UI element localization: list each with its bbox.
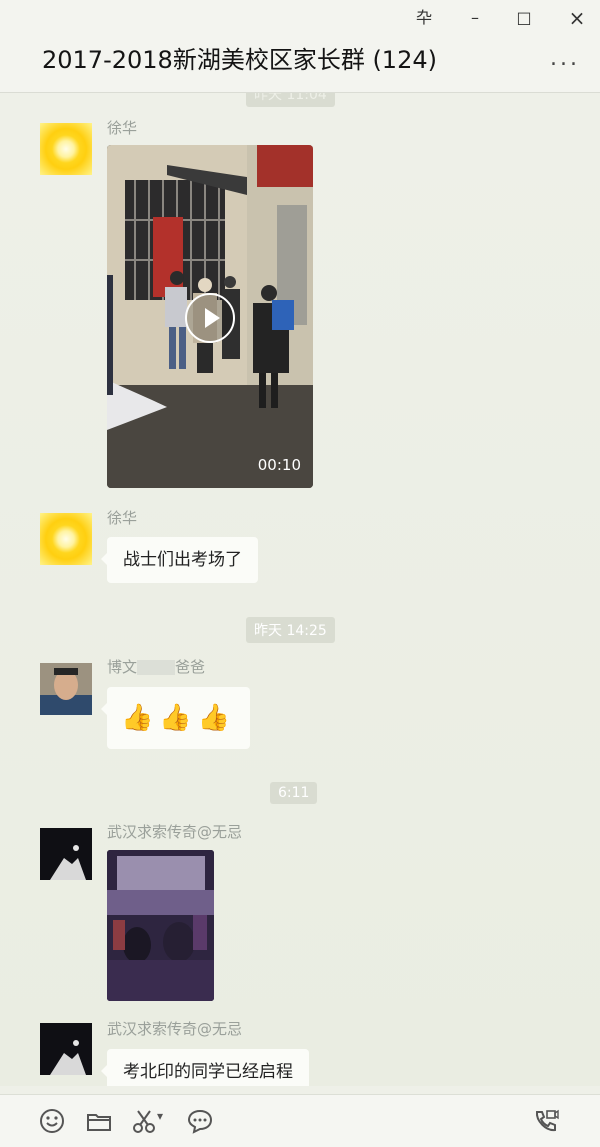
time-chip-top: 昨天 11:04 [246,93,335,107]
scissors-dropdown-icon[interactable]: ▾ [157,1109,163,1123]
message-bubble[interactable]: 考北印的同学已经启程 [101,1049,309,1086]
title-bar: 卆 – □ × 2017-2018新湖美校区家长群 (124) ... [0,0,600,93]
avatar-photo [40,828,92,880]
image-message[interactable] [107,850,214,1001]
avatar[interactable] [40,123,92,175]
avatar[interactable] [40,513,92,565]
chat-history[interactable]: 昨天 11:04 徐华 00:10 徐华 战士们出考场了 昨天 14:25 博文… [0,93,600,1086]
bus-interior-photo [107,850,214,1001]
play-icon[interactable] [185,293,235,343]
sender-name-suffix: 爸爸 [175,658,206,676]
avatar[interactable] [40,1023,92,1075]
video-call-icon[interactable] [532,1107,560,1135]
close-button[interactable]: × [565,8,589,28]
minimize-button[interactable]: – [463,8,487,28]
time-chip: 昨天 14:25 [246,617,335,643]
avatar-photo [40,663,92,715]
scissors-icon[interactable] [130,1107,158,1135]
avatar[interactable] [40,663,92,715]
message-bubble[interactable]: 战士们出考场了 [101,537,258,583]
video-duration: 00:10 [257,456,301,474]
time-chip: 6:11 [270,782,318,804]
avatar-photo [40,1023,92,1075]
sender-name: 武汉求索传奇@无忌 [107,823,243,841]
pin-icon[interactable]: 卆 [412,8,436,28]
sender-name: 徐华 [107,119,138,137]
maximize-button[interactable]: □ [512,8,536,28]
chat-title: 2017-2018新湖美校区家长群 (124) [42,46,437,74]
avatar[interactable] [40,828,92,880]
input-toolbar: ▾ [0,1094,600,1147]
folder-icon[interactable] [85,1107,113,1135]
sender-name: 徐华 [107,509,138,527]
emoji-icon[interactable] [38,1107,66,1135]
sender-name-prefix: 博文 [107,658,138,676]
video-message[interactable]: 00:10 [107,145,313,488]
redacted-block [137,660,176,675]
chat-bubble-icon[interactable] [186,1107,214,1135]
sender-name: 武汉求索传奇@无忌 [107,1020,243,1038]
more-options-button[interactable]: ... [550,46,580,71]
sender-name: 博文 爸爸 [107,656,205,677]
emoji-bubble[interactable]: 👍👍👍 [100,687,251,749]
